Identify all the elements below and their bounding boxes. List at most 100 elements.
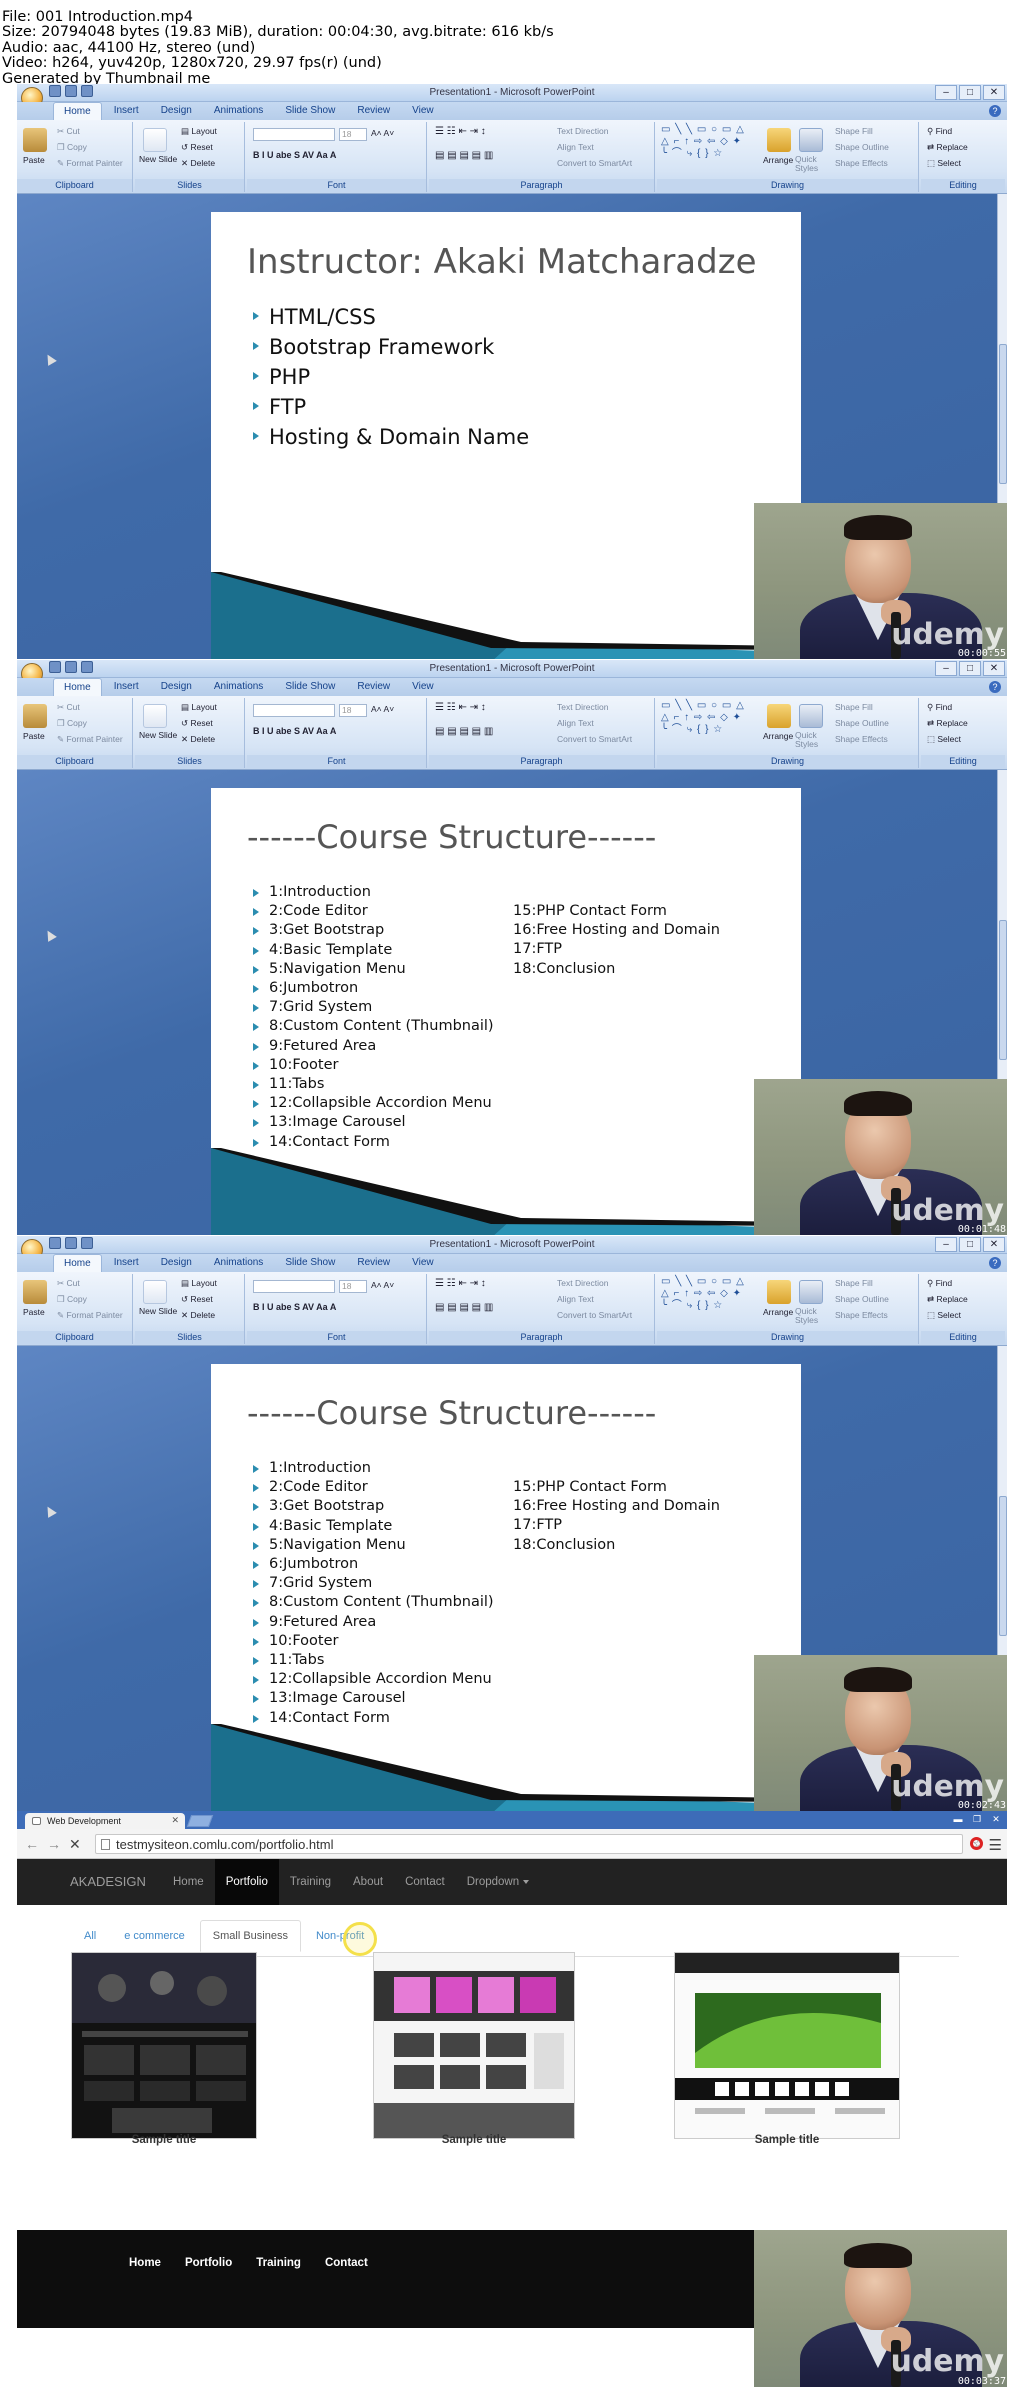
new-slide-icon[interactable] bbox=[143, 704, 167, 728]
close-window-icon[interactable]: ✕ bbox=[988, 1813, 1004, 1825]
new-tab-button[interactable] bbox=[186, 1815, 214, 1827]
grow-font-icon[interactable]: A˄ A˅ bbox=[371, 1280, 394, 1290]
find-button[interactable]: ⚲ Find bbox=[927, 702, 952, 713]
footer-link-home[interactable]: Home bbox=[117, 2257, 173, 2269]
minimize-icon[interactable]: – bbox=[935, 85, 957, 100]
ribbon-tab-view[interactable]: View bbox=[402, 1254, 444, 1272]
quick-styles-button[interactable]: Quick Styles bbox=[795, 155, 827, 173]
align-text-button[interactable]: Align Text bbox=[557, 1294, 594, 1304]
quick-styles-icon[interactable] bbox=[799, 1280, 823, 1304]
close-window-icon[interactable]: ✕ bbox=[983, 85, 1005, 100]
smartart-button[interactable]: Convert to SmartArt bbox=[557, 734, 632, 744]
ribbon-tab-review[interactable]: Review bbox=[347, 1254, 400, 1272]
font-size-box[interactable]: 18 bbox=[339, 704, 367, 717]
ribbon-tab-animations[interactable]: Animations bbox=[204, 1254, 273, 1272]
save-icon[interactable] bbox=[49, 661, 61, 673]
ribbon-tab-insert[interactable]: Insert bbox=[104, 1254, 149, 1272]
reset-button[interactable]: ↺ Reset bbox=[181, 1294, 213, 1305]
undo-icon[interactable] bbox=[65, 661, 77, 673]
font-format-buttons[interactable]: B I U abe S AV Aa A bbox=[253, 150, 336, 160]
ribbon-tab-design[interactable]: Design bbox=[151, 678, 202, 696]
restore-icon[interactable]: □ bbox=[959, 85, 981, 100]
font-size-box[interactable]: 18 bbox=[339, 1280, 367, 1293]
close-window-icon[interactable]: ✕ bbox=[983, 1237, 1005, 1252]
quick-styles-icon[interactable] bbox=[799, 128, 823, 152]
paste-button[interactable]: Paste bbox=[23, 731, 45, 741]
new-slide-button[interactable]: New Slide bbox=[139, 155, 179, 164]
layout-button[interactable]: ▤ Layout bbox=[181, 702, 217, 713]
replace-button[interactable]: ⇄ Replace bbox=[927, 1294, 968, 1305]
font-family-box[interactable] bbox=[253, 1280, 335, 1293]
forward-arrow-icon[interactable]: → bbox=[47, 1836, 61, 1852]
cut-button[interactable]: ✂ Cut bbox=[57, 702, 80, 713]
replace-button[interactable]: ⇄ Replace bbox=[927, 718, 968, 729]
footer-link-contact[interactable]: Contact bbox=[313, 2257, 380, 2269]
slide-canvas[interactable]: ------Course Structure------ 1:Introducti… bbox=[211, 788, 801, 1235]
grow-font-icon[interactable]: A˄ A˅ bbox=[371, 128, 394, 138]
arrange-icon[interactable] bbox=[767, 1280, 791, 1304]
paste-button[interactable]: Paste bbox=[23, 1307, 45, 1317]
ribbon-tab-slide-show[interactable]: Slide Show bbox=[275, 1254, 345, 1272]
scrollbar-thumb[interactable] bbox=[999, 344, 1007, 484]
shape-effects-button[interactable]: Shape Effects bbox=[835, 734, 888, 744]
redo-icon[interactable] bbox=[81, 1237, 93, 1249]
portfolio-thumb-1[interactable] bbox=[71, 1952, 257, 2139]
close-window-icon[interactable]: ✕ bbox=[983, 661, 1005, 676]
ribbon-tab-view[interactable]: View bbox=[402, 102, 444, 120]
scrollbar-thumb[interactable] bbox=[999, 1496, 1007, 1636]
quick-styles-icon[interactable] bbox=[799, 704, 823, 728]
ribbon-tab-design[interactable]: Design bbox=[151, 1254, 202, 1272]
replace-button[interactable]: ⇄ Replace bbox=[927, 142, 968, 153]
ribbon-tab-slide-show[interactable]: Slide Show bbox=[275, 678, 345, 696]
text-direction-button[interactable]: Text Direction bbox=[557, 126, 609, 136]
site-nav-portfolio[interactable]: Portfolio bbox=[214, 1859, 279, 1905]
font-format-buttons[interactable]: B I U abe S AV Aa A bbox=[253, 726, 336, 736]
ribbon-tab-design[interactable]: Design bbox=[151, 102, 202, 120]
arrange-icon[interactable] bbox=[767, 704, 791, 728]
reset-button[interactable]: ↺ Reset bbox=[181, 718, 213, 729]
new-slide-button[interactable]: New Slide bbox=[139, 1307, 179, 1316]
paste-icon[interactable] bbox=[23, 1280, 47, 1304]
footer-link-portfolio[interactable]: Portfolio bbox=[173, 2257, 244, 2269]
font-format-buttons[interactable]: B I U abe S AV Aa A bbox=[253, 1302, 336, 1312]
shapes-gallery-icon[interactable]: ▭ ╲ ╲ ▭ ○ ▭ △ △ ⌐ ↑ ⇨ ⇦ ◇ ✦ ╰ ⌒ ⤷ { } ☆ bbox=[661, 124, 745, 160]
align-text-button[interactable]: Align Text bbox=[557, 718, 594, 728]
shape-outline-button[interactable]: Shape Outline bbox=[835, 718, 889, 728]
ribbon-tab-insert[interactable]: Insert bbox=[104, 102, 149, 120]
delete-button[interactable]: ✕ Delete bbox=[181, 734, 215, 745]
browser-tab[interactable]: Web Development ✕ bbox=[25, 1813, 185, 1829]
filter-tab-small-business[interactable]: Small Business bbox=[199, 1920, 301, 1952]
shapes-gallery-icon[interactable]: ▭ ╲ ╲ ▭ ○ ▭ △ △ ⌐ ↑ ⇨ ⇦ ◇ ✦ ╰ ⌒ ⤷ { } ☆ bbox=[661, 1276, 745, 1312]
list-buttons[interactable]: ☰ ☷ ⇤ ⇥ ↕ bbox=[435, 126, 486, 137]
find-button[interactable]: ⚲ Find bbox=[927, 126, 952, 137]
text-direction-button[interactable]: Text Direction bbox=[557, 1278, 609, 1288]
site-nav-contact[interactable]: Contact bbox=[394, 1859, 456, 1905]
ribbon-tab-insert[interactable]: Insert bbox=[104, 678, 149, 696]
redo-icon[interactable] bbox=[81, 661, 93, 673]
reset-button[interactable]: ↺ Reset bbox=[181, 142, 213, 153]
quick-styles-button[interactable]: Quick Styles bbox=[795, 731, 827, 749]
footer-link-training[interactable]: Training bbox=[244, 2257, 313, 2269]
font-size-box[interactable]: 18 bbox=[339, 128, 367, 141]
site-nav-training[interactable]: Training bbox=[279, 1859, 342, 1905]
format-painter-button[interactable]: ✎ Format Painter bbox=[57, 734, 123, 745]
shape-fill-button[interactable]: Shape Fill bbox=[835, 126, 873, 136]
stop-loading-icon[interactable]: ✕ bbox=[69, 1836, 81, 1853]
align-buttons[interactable]: ▤ ▤ ▤ ▤ ▥ bbox=[435, 726, 493, 737]
ribbon-tab-home[interactable]: Home bbox=[53, 678, 102, 696]
copy-button[interactable]: ❐ Copy bbox=[57, 142, 87, 153]
site-nav-about[interactable]: About bbox=[342, 1859, 394, 1905]
smartart-button[interactable]: Convert to SmartArt bbox=[557, 1310, 632, 1320]
help-icon[interactable]: ? bbox=[989, 105, 1001, 117]
ribbon-tab-review[interactable]: Review bbox=[347, 102, 400, 120]
arrange-button[interactable]: Arrange bbox=[763, 1307, 793, 1317]
arrange-icon[interactable] bbox=[767, 128, 791, 152]
portfolio-thumb-3[interactable] bbox=[674, 1952, 900, 2139]
new-slide-button[interactable]: New Slide bbox=[139, 731, 179, 740]
align-buttons[interactable]: ▤ ▤ ▤ ▤ ▥ bbox=[435, 150, 493, 161]
ribbon-tab-review[interactable]: Review bbox=[347, 678, 400, 696]
copy-button[interactable]: ❐ Copy bbox=[57, 1294, 87, 1305]
shape-effects-button[interactable]: Shape Effects bbox=[835, 158, 888, 168]
align-text-button[interactable]: Align Text bbox=[557, 142, 594, 152]
paste-icon[interactable] bbox=[23, 704, 47, 728]
